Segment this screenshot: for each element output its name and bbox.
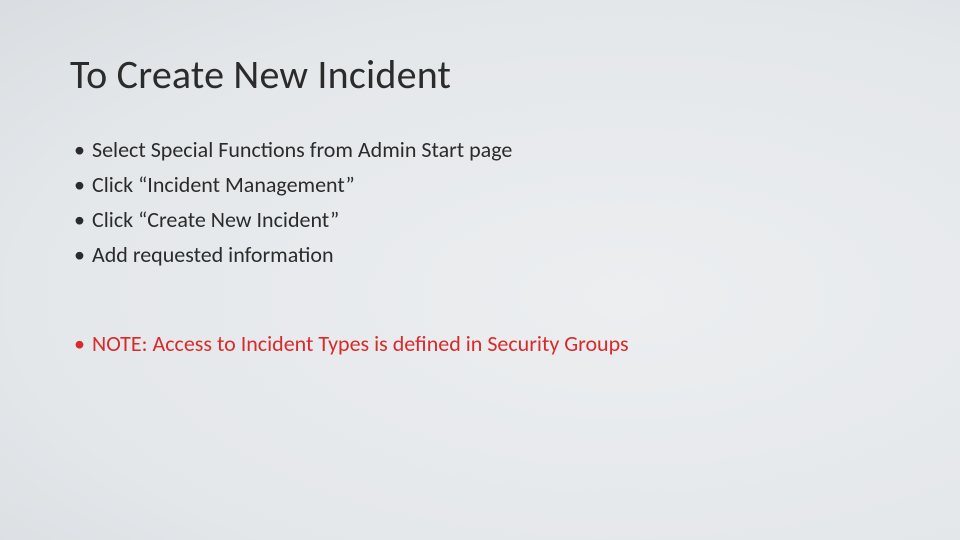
slide: To Create New Incident Select Special Fu…: [0, 0, 960, 540]
note-item: NOTE: Access to Incident Types is define…: [70, 327, 890, 360]
slide-title: To Create New Incident: [70, 50, 890, 99]
list-item: Add requested information: [70, 238, 890, 271]
note-list: NOTE: Access to Incident Types is define…: [70, 327, 890, 360]
list-item: Click “Incident Management”: [70, 168, 890, 201]
list-item: Select Special Functions from Admin Star…: [70, 133, 890, 166]
bullet-list: Select Special Functions from Admin Star…: [70, 133, 890, 271]
list-item: Click “Create New Incident”: [70, 203, 890, 236]
